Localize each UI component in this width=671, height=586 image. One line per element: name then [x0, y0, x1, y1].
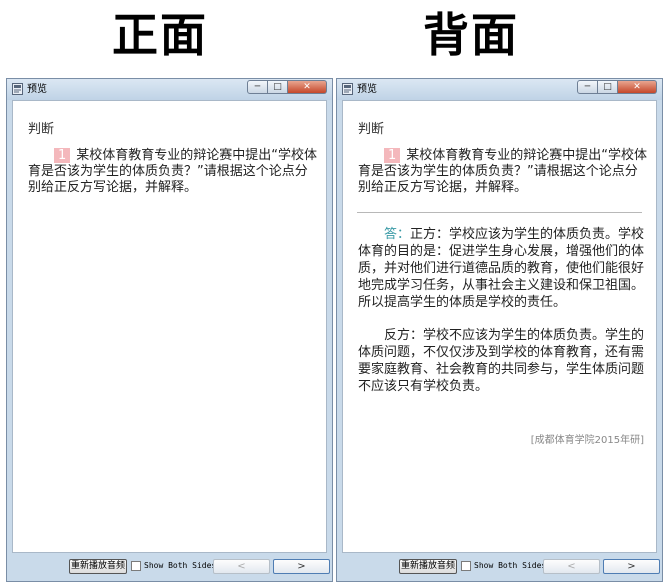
question-type: 判断 [358, 122, 385, 137]
bottom-bar: 重新播放音频 Show Both Sides < > [337, 553, 662, 581]
prev-button[interactable]: < [543, 559, 600, 574]
next-button[interactable]: > [273, 559, 330, 574]
back-heading: 背面 [423, 8, 519, 62]
source-citation: [成都体育学院2015年研] [530, 435, 644, 446]
close-button[interactable]: ✕ [618, 80, 657, 94]
question-text: 1 某校体育教育专业的辩论赛中提出“学校体育是否该为学生的体质负责？”请根据这个论… [28, 148, 320, 196]
question-text: 1 某校体育教育专业的辩论赛中提出“学校体育是否该为学生的体质负责？”请根据这个论… [358, 148, 650, 196]
app-icon [12, 83, 23, 95]
replay-audio-button[interactable]: 重新播放音频 [69, 559, 127, 574]
show-both-sides-checkbox[interactable] [461, 561, 471, 571]
replay-audio-button[interactable]: 重新播放音频 [399, 559, 457, 574]
maximize-button[interactable]: □ [598, 80, 618, 94]
close-button[interactable]: ✕ [288, 80, 327, 94]
title-bar[interactable]: 预览 ─ □ ✕ [7, 79, 332, 100]
minimize-button[interactable]: ─ [247, 80, 268, 94]
answer-pro: 答：正方：学校应该为学生的体质负责。学校体育的目的是：促进学生身心发展，增强他们… [358, 226, 650, 311]
bottom-bar: 重新播放音频 Show Both Sides < > [7, 553, 332, 581]
next-button[interactable]: > [603, 559, 660, 574]
maximize-button[interactable]: □ [268, 80, 288, 94]
question-body: 某校体育教育专业的辩论赛中提出“学校体育是否该为学生的体质负责？”请根据这个论点… [358, 148, 648, 195]
question-body: 某校体育教育专业的辩论赛中提出“学校体育是否该为学生的体质负责？”请根据这个论点… [28, 148, 318, 195]
question-number-badge: 1 [384, 148, 401, 163]
window-controls: ─ □ ✕ [247, 80, 327, 95]
window-title: 预览 [27, 84, 47, 95]
answer-con: 反方：学校不应该为学生的体质负责。学生的体质问题，不仅仅涉及到学校的体育教育，还… [358, 328, 645, 394]
question-type: 判断 [28, 122, 55, 137]
title-bar[interactable]: 预览 ─ □ ✕ [337, 79, 662, 100]
show-both-sides-checkbox[interactable] [131, 561, 141, 571]
window-controls: ─ □ ✕ [577, 80, 657, 95]
window-title: 预览 [357, 84, 377, 95]
card-content: 判断 1 某校体育教育专业的辩论赛中提出“学校体育是否该为学生的体质负责？”请根据… [12, 100, 327, 553]
preview-window-front: 预览 ─ □ ✕ 判断 1 某校体育教育专业的辩论赛中提出“学校体育是否该为学生的… [6, 78, 333, 582]
minimize-button[interactable]: ─ [577, 80, 598, 94]
prev-button[interactable]: < [213, 559, 270, 574]
app-icon [342, 83, 353, 95]
front-heading: 正面 [112, 8, 208, 62]
answer-divider [357, 212, 642, 213]
show-both-sides-label: Show Both Sides [144, 561, 217, 570]
show-both-sides-label: Show Both Sides [474, 561, 547, 570]
question-number-badge: 1 [54, 148, 71, 163]
card-content: 判断 1 某校体育教育专业的辩论赛中提出“学校体育是否该为学生的体质负责？”请根据… [342, 100, 657, 553]
answer-label: 答： [384, 227, 411, 242]
answer-text: 答：正方：学校应该为学生的体质负责。学校体育的目的是：促进学生身心发展，增强他们… [358, 226, 650, 411]
preview-window-back: 预览 ─ □ ✕ 判断 1 某校体育教育专业的辩论赛中提出“学校体育是否该为学生的… [336, 78, 663, 582]
